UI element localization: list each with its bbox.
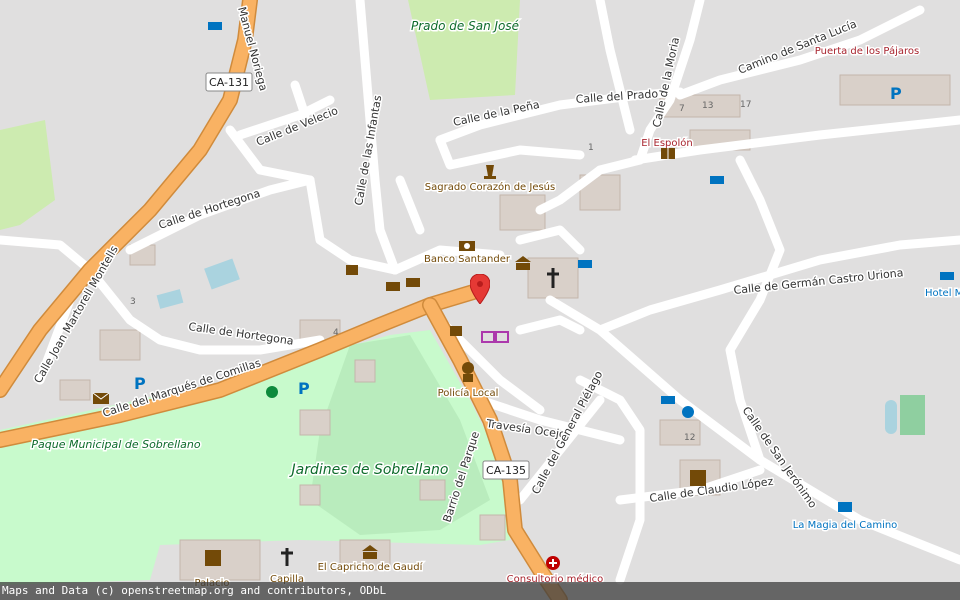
- hotel-icon[interactable]: [578, 260, 592, 268]
- poi-label: Banco Santander: [424, 254, 511, 265]
- house-number: 17: [740, 100, 751, 110]
- hotel-icon[interactable]: [838, 502, 852, 512]
- sports-pitch: [900, 395, 925, 435]
- house-number: 3: [130, 297, 136, 307]
- svg-text:P: P: [890, 84, 902, 103]
- pond-water: [885, 400, 897, 434]
- library-icon[interactable]: [661, 148, 675, 159]
- house-number: 1: [588, 143, 594, 153]
- house-number: 13: [702, 101, 713, 111]
- hotel-icon[interactable]: [661, 396, 675, 404]
- parking-icon[interactable]: P: [890, 84, 902, 103]
- poi-label: El Capricho de Gaudí: [318, 561, 424, 573]
- house-number: 7: [679, 104, 685, 114]
- poi-label: La Magia del Camino: [793, 520, 898, 531]
- place-label: Prado de San José: [411, 19, 519, 33]
- parking-icon[interactable]: P: [298, 379, 310, 398]
- pharmacy-icon[interactable]: [546, 556, 560, 570]
- bank-icon[interactable]: [459, 241, 475, 251]
- parking-icon[interactable]: P: [134, 374, 146, 393]
- house-number: 12: [684, 433, 695, 443]
- poi-label: Puerta de los Pájaros: [815, 45, 919, 57]
- attribution-bar: Maps and Data (c) openstreetmap.org and …: [0, 582, 960, 600]
- house-number: 4: [333, 328, 339, 338]
- map-canvas[interactable]: CA-131 CA-135 Manuel Noriega Calle de Ve…: [0, 0, 960, 600]
- playground-icon[interactable]: [266, 386, 278, 398]
- park-label: Paque Municipal de Sobrellano: [31, 438, 201, 451]
- building-icon[interactable]: [690, 470, 706, 486]
- poi-label: El Espolón: [641, 137, 693, 149]
- hotel-icon[interactable]: [710, 176, 724, 184]
- poi-label: Sagrado Corazón de Jesús: [425, 181, 555, 193]
- poi-label: Policía Local: [438, 387, 499, 399]
- post-icon[interactable]: [92, 392, 110, 404]
- shield-ca131: CA-131: [205, 72, 253, 92]
- map-marker-icon[interactable]: [470, 274, 490, 304]
- poi-label: Hotel M Comillas: [925, 288, 960, 299]
- shield-ca135: CA-135: [482, 460, 530, 480]
- shield-label: CA-131: [209, 76, 249, 89]
- cafe-icon[interactable]: [450, 326, 462, 336]
- cafe-icon[interactable]: [346, 265, 358, 275]
- hotel-icon[interactable]: [208, 22, 222, 30]
- building-icon[interactable]: [205, 550, 221, 566]
- svg-text:P: P: [298, 379, 310, 398]
- hotel-icon[interactable]: [940, 272, 954, 280]
- svg-text:P: P: [134, 374, 146, 393]
- shield-label: CA-135: [486, 464, 526, 477]
- info-icon[interactable]: [682, 406, 694, 418]
- park-label: Jardines de Sobrellano: [289, 462, 449, 478]
- police-icon[interactable]: [462, 362, 474, 382]
